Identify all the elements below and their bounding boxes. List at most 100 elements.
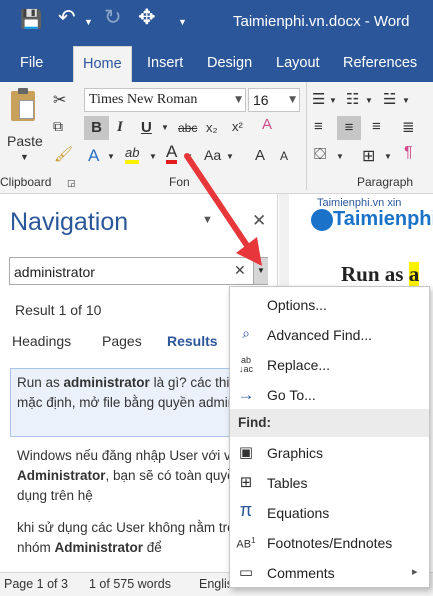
clipboard-launcher-icon[interactable]: ◲ <box>67 178 76 189</box>
menu-item-goto[interactable]: → Go To... <box>230 380 429 410</box>
menu-item-replace[interactable]: ab ↓ac Replace... <box>230 350 429 380</box>
menu-item-footnotes[interactable]: AB1 Footnotes/Endnotes <box>230 528 429 558</box>
italic-button[interactable]: I <box>117 119 123 136</box>
search-options-menu: Options... ⌕ Advanced Find... ab ↓ac Repl… <box>229 286 430 588</box>
tab-home[interactable]: Home <box>73 46 132 82</box>
align-left-icon[interactable]: ≡ <box>314 118 323 135</box>
superscript-button[interactable]: x² <box>232 119 243 134</box>
pi-icon: π <box>239 500 253 520</box>
justify-icon[interactable]: ≣ <box>402 118 415 136</box>
search-result-text: Run as administrator là gì? các thiết lậ… <box>17 373 265 435</box>
footnote-icon: AB1 <box>236 536 256 551</box>
bold-button[interactable]: B <box>84 116 109 140</box>
menu-item-options[interactable]: Options... <box>230 290 429 320</box>
menu-item-graphics[interactable]: ▣ Graphics <box>230 438 429 468</box>
show-hide-icon[interactable]: ¶ <box>404 144 413 162</box>
page-count[interactable]: Page 1 of 3 <box>4 577 68 591</box>
find-header-label: Find: <box>238 415 271 430</box>
underline-button[interactable]: U <box>141 119 152 136</box>
bullets-dropdown-icon[interactable]: ▼ <box>329 96 337 105</box>
numbering-dropdown-icon[interactable]: ▼ <box>365 96 373 105</box>
undo-icon[interactable]: ↶ <box>58 5 76 30</box>
redo-icon[interactable]: ↻ <box>104 5 122 30</box>
shading-icon[interactable]: ⛋ <box>314 146 326 164</box>
tab-insert[interactable]: Insert <box>147 46 183 82</box>
menu-item-tables[interactable]: ⊞ Tables <box>230 468 429 498</box>
font-name-dropdown-icon[interactable]: ▼ <box>235 89 242 111</box>
font-size-combo[interactable]: 16 ▼ <box>248 88 300 112</box>
menu-item-label: Tables <box>267 475 308 491</box>
menu-item-label: Go To... <box>267 387 316 403</box>
search-input[interactable]: administrator ✕ ▼ <box>9 257 268 285</box>
save-icon[interactable]: 💾 <box>20 9 42 30</box>
text-effects-button[interactable]: A <box>88 146 99 166</box>
tab-design[interactable]: Design <box>207 46 252 82</box>
paste-dropdown-icon[interactable]: ▼ <box>20 152 29 162</box>
font-size-dropdown-icon[interactable]: ▼ <box>289 89 296 111</box>
font-color-dropdown-icon[interactable]: ▼ <box>185 152 193 161</box>
font-group-label: Fon <box>169 175 190 189</box>
ribbon-tabs: File Home Insert Design Layout Reference… <box>0 46 433 82</box>
format-painter-icon[interactable]: 🖌 <box>54 145 73 163</box>
font-size-value: 16 <box>253 92 269 108</box>
highlight-button[interactable]: ab <box>125 146 140 164</box>
tab-layout[interactable]: Layout <box>276 46 320 82</box>
align-center-icon[interactable]: ≡ <box>337 116 361 140</box>
menu-item-label: Graphics <box>267 445 324 461</box>
tab-file[interactable]: File <box>20 46 43 82</box>
undo-dropdown-icon[interactable]: ▼ <box>84 17 93 27</box>
grow-font-button[interactable]: A <box>255 147 265 164</box>
replace-icon: ab ↓ac <box>238 355 253 374</box>
cut-icon[interactable]: ✂ <box>53 90 66 110</box>
underline-dropdown-icon[interactable]: ▼ <box>161 123 169 132</box>
arrow-right-icon: → <box>237 385 255 404</box>
close-pane-icon[interactable]: ✕ <box>252 211 266 231</box>
subscript-button[interactable]: x₂ <box>206 120 218 135</box>
navigation-title: Navigation <box>10 208 129 236</box>
copy-icon[interactable]: ⧉ <box>53 118 63 135</box>
find-section-header: Find: <box>230 409 429 437</box>
menu-item-label: Footnotes/Endnotes <box>267 535 393 551</box>
change-case-dropdown-icon[interactable]: ▼ <box>226 152 234 161</box>
paste-icon[interactable] <box>11 88 35 121</box>
shading-dropdown-icon[interactable]: ▼ <box>336 152 344 161</box>
search-input-value: administrator <box>14 264 95 280</box>
align-right-icon[interactable]: ≡ <box>372 118 381 135</box>
numbering-icon[interactable]: ☷ <box>346 90 359 108</box>
font-color-button[interactable]: A <box>166 143 178 164</box>
word-count[interactable]: 1 of 575 words <box>89 577 171 591</box>
customize-qat-icon[interactable]: ✥ <box>138 5 156 30</box>
bullets-icon[interactable]: ☰ <box>312 90 325 108</box>
heading-text: Run as <box>341 262 409 286</box>
font-name-combo[interactable]: Times New Roman ▼ <box>84 88 246 112</box>
tab-headings[interactable]: Headings <box>12 333 71 349</box>
highlight-dropdown-icon[interactable]: ▼ <box>149 152 157 161</box>
clear-search-icon[interactable]: ✕ <box>234 262 246 279</box>
tab-pages[interactable]: Pages <box>102 333 142 349</box>
search-options-dropdown-icon[interactable]: ▼ <box>253 258 268 284</box>
borders-dropdown-icon[interactable]: ▼ <box>384 152 392 161</box>
document-heading: Run as a <box>341 262 420 287</box>
tab-results[interactable]: Results <box>167 333 218 349</box>
menu-item-advanced-find[interactable]: ⌕ Advanced Find... <box>230 320 429 350</box>
shrink-font-button[interactable]: A <box>280 149 288 163</box>
result-match: Administrator <box>54 540 144 555</box>
ribbon-separator <box>306 82 307 190</box>
borders-icon[interactable]: ⊞ <box>362 146 375 166</box>
clear-formatting-button[interactable]: A <box>262 116 272 133</box>
logo-icon <box>311 209 333 231</box>
paste-button[interactable]: Paste <box>7 133 43 149</box>
menu-item-comments[interactable]: ▭ Comments ▸ <box>230 558 429 588</box>
change-case-button[interactable]: Aa <box>204 147 221 163</box>
strikethrough-button[interactable]: abc <box>178 121 197 135</box>
text-effects-dropdown-icon[interactable]: ▼ <box>107 152 115 161</box>
comment-icon: ▭ <box>238 564 254 581</box>
qat-dropdown-icon[interactable]: ▼ <box>178 17 187 27</box>
menu-item-equations[interactable]: π Equations <box>230 498 429 528</box>
multilevel-dropdown-icon[interactable]: ▼ <box>402 96 410 105</box>
tab-references[interactable]: References <box>343 46 417 82</box>
multilevel-list-icon[interactable]: ☱ <box>383 90 396 108</box>
language-status[interactable]: Englis <box>199 577 233 591</box>
pane-options-icon[interactable]: ▼ <box>202 214 213 226</box>
window-title: Taimienphi.vn.docx - Word <box>233 13 410 30</box>
